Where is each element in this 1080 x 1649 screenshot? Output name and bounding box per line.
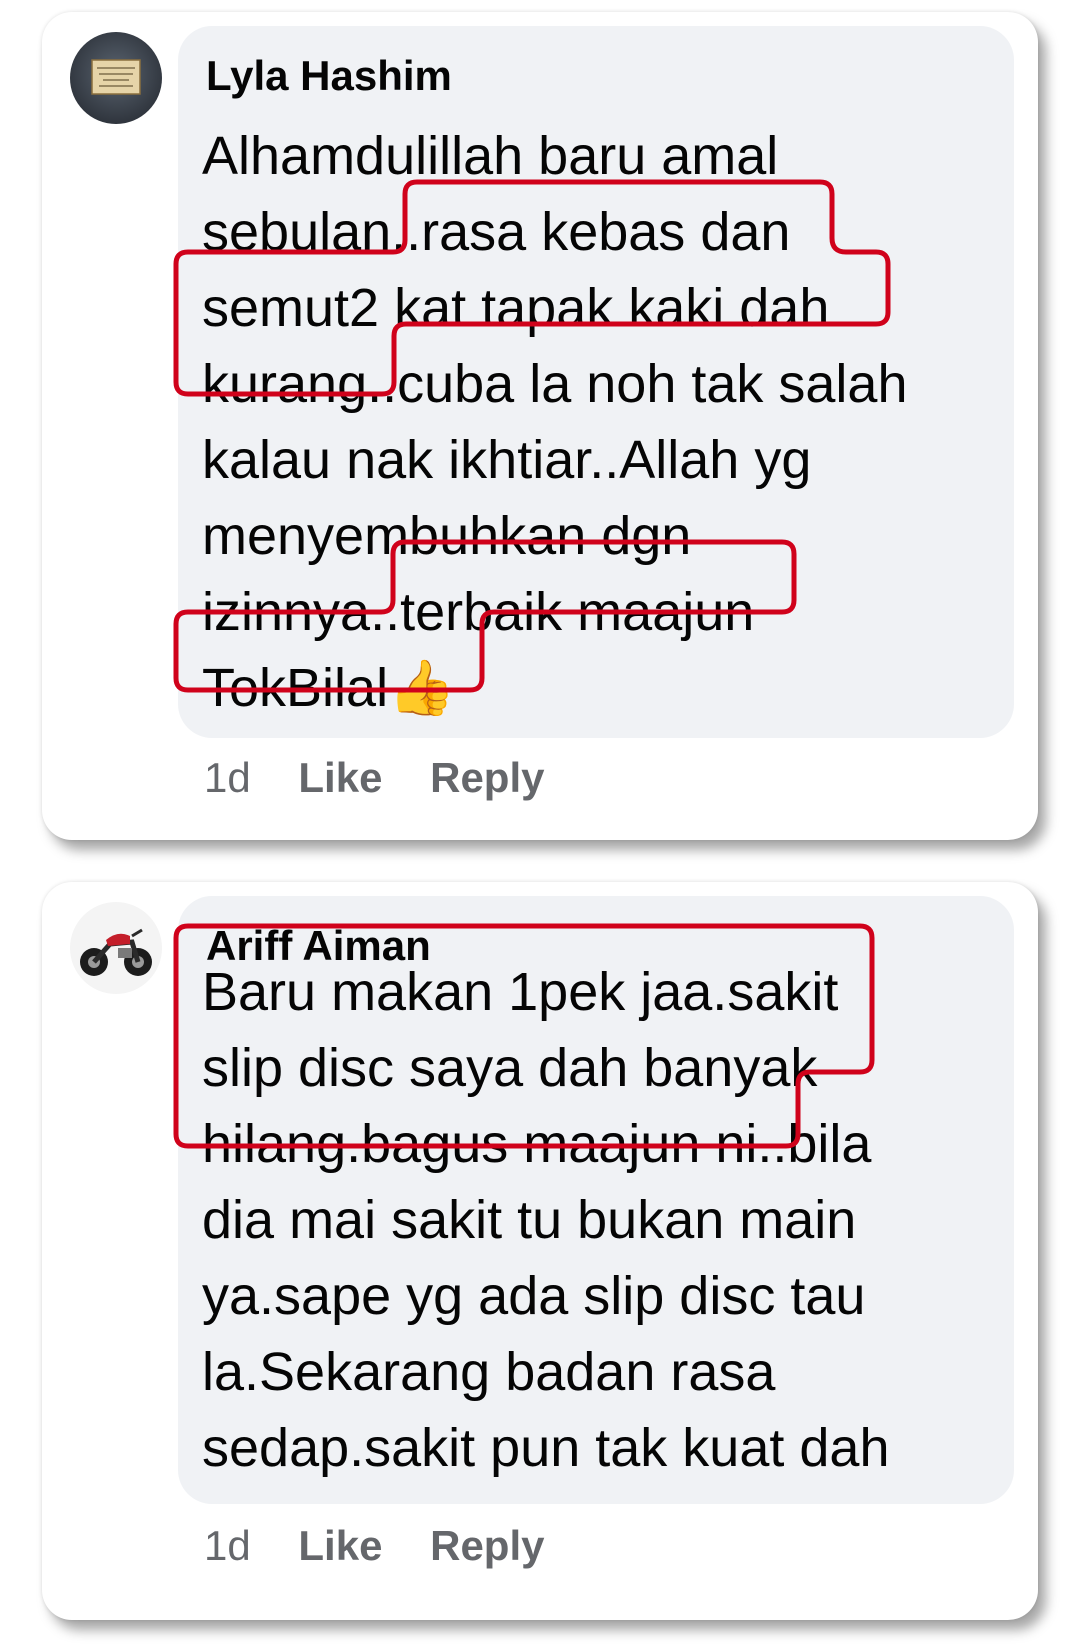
comment-line: ya.sape yg ada slip disc tau [202, 1266, 866, 1326]
comment-line: sebulan..rasa kebas dan [202, 202, 791, 262]
comment-line: sedap.sakit pun tak kuat dah [202, 1418, 890, 1478]
comment-author[interactable]: Lyla Hashim [206, 52, 452, 100]
like-button[interactable]: Like [298, 1522, 382, 1570]
comment-line: Alhamdulillah baru amal [202, 126, 779, 186]
comment-line: dia mai sakit tu bukan main [202, 1190, 857, 1250]
reply-button[interactable]: Reply [430, 1522, 544, 1570]
comment-line: menyembuhkan dgn [202, 506, 692, 566]
motorcycle-icon [70, 902, 162, 994]
comment-card: Lyla Hashim Alhamdulillah baru amal sebu… [42, 12, 1038, 840]
comment-line: Baru makan 1pek jaa.sakit [202, 962, 839, 1022]
comment-line: semut2 kat tapak kaki dah [202, 278, 830, 338]
avatar-placard-icon [70, 32, 162, 124]
comment-bubble: Ariff Aiman Baru makan 1pek jaa.sakit sl… [178, 896, 1014, 1504]
avatar[interactable] [70, 902, 162, 994]
comment-actions: 1d Like Reply [204, 1522, 580, 1570]
comment-text: Alhamdulillah baru amal sebulan..rasa ke… [202, 118, 907, 726]
comment-timestamp[interactable]: 1d [204, 1522, 251, 1570]
comment-timestamp[interactable]: 1d [204, 754, 251, 802]
comment-line: slip disc saya dah banyak [202, 1038, 818, 1098]
comment-bubble: Lyla Hashim Alhamdulillah baru amal sebu… [178, 26, 1014, 738]
comment-line: TokBilal👍 [202, 658, 456, 718]
reply-button[interactable]: Reply [430, 754, 544, 802]
comment-line: hilang.bagus maajun ni..bila [202, 1114, 872, 1174]
comment-actions: 1d Like Reply [204, 754, 580, 802]
comment-line: kalau nak ikhtiar..Allah yg [202, 430, 812, 490]
like-button[interactable]: Like [298, 754, 382, 802]
comment-line: izinnya..terbaik maajun [202, 582, 755, 642]
comment-text: Baru makan 1pek jaa.sakit slip disc saya… [202, 954, 889, 1486]
comment-line: kurang..cuba la noh tak salah [202, 354, 908, 414]
comment-card: Ariff Aiman Baru makan 1pek jaa.sakit sl… [42, 882, 1038, 1620]
avatar[interactable] [70, 32, 162, 124]
comment-line: la.Sekarang badan rasa [202, 1342, 776, 1402]
